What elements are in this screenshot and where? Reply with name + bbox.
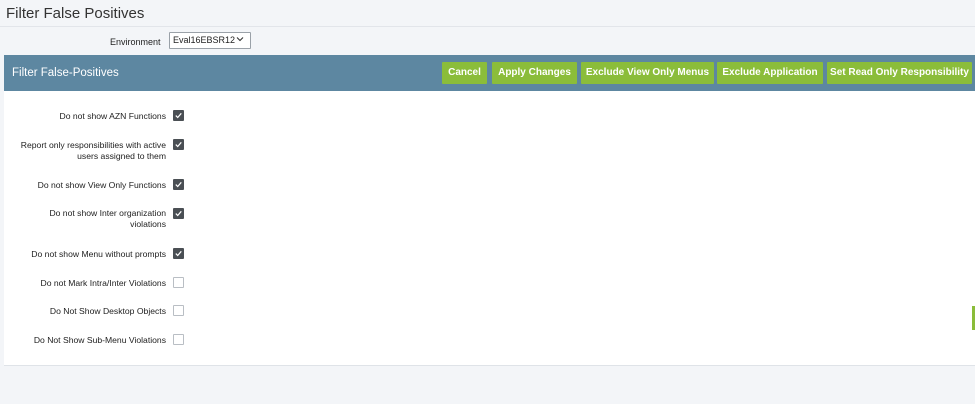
exclude-application-button[interactable]: Exclude Application: [717, 62, 823, 84]
option-label-menu-without-prompts: Do not show Menu without prompts: [31, 249, 166, 259]
option-label-desktop-objects: Do Not Show Desktop Objects: [49, 306, 166, 316]
checkmark-icon: [175, 112, 182, 119]
set-read-only-responsibility-button[interactable]: Set Read Only Responsibility: [827, 62, 972, 84]
checkmark-icon: [175, 181, 182, 188]
option-label-active-users: Report only responsibilities with active…: [20, 140, 166, 161]
checkmark-icon: [175, 250, 182, 257]
exclude-view-only-menus-button[interactable]: Exclude View Only Menus: [581, 62, 714, 84]
title-divider: [0, 26, 975, 27]
option-label-intra-inter-violations: Do not Mark Intra/Inter Violations: [40, 278, 166, 288]
checkmark-icon: [175, 210, 182, 217]
checkmark-icon: [175, 141, 182, 148]
option-label-azn: Do not show AZN Functions: [59, 111, 166, 121]
apply-changes-button[interactable]: Apply Changes: [492, 62, 577, 84]
environment-label: Environment: [110, 37, 161, 47]
option-checkbox-view-only-functions[interactable]: [173, 179, 184, 190]
option-checkbox-menu-without-prompts[interactable]: [173, 248, 184, 259]
option-checkbox-sub-menu-violations[interactable]: [173, 334, 184, 345]
cancel-button[interactable]: Cancel: [442, 62, 487, 84]
option-label-sub-menu-violations: Do Not Show Sub-Menu Violations: [33, 335, 166, 345]
option-checkbox-intra-inter-violations[interactable]: [173, 277, 184, 288]
environment-select[interactable]: Eval16EBSR12: [169, 32, 251, 49]
option-label-inter-organization: Do not show Inter organization violations: [49, 208, 166, 229]
option-checkbox-azn[interactable]: [173, 110, 184, 121]
option-checkbox-active-users[interactable]: [173, 139, 184, 150]
option-label-view-only-functions: Do not show View Only Functions: [37, 180, 166, 190]
option-checkbox-desktop-objects[interactable]: [173, 305, 184, 316]
environment-select-value: Eval16EBSR12: [173, 35, 236, 45]
chevron-down-icon: [236, 37, 244, 42]
panel-title: Filter False-Positives: [12, 67, 119, 79]
page-title: Filter False Positives: [6, 5, 145, 22]
option-checkbox-inter-organization[interactable]: [173, 208, 184, 219]
panel-header: Filter False-Positives Cancel Apply Chan…: [4, 55, 975, 91]
